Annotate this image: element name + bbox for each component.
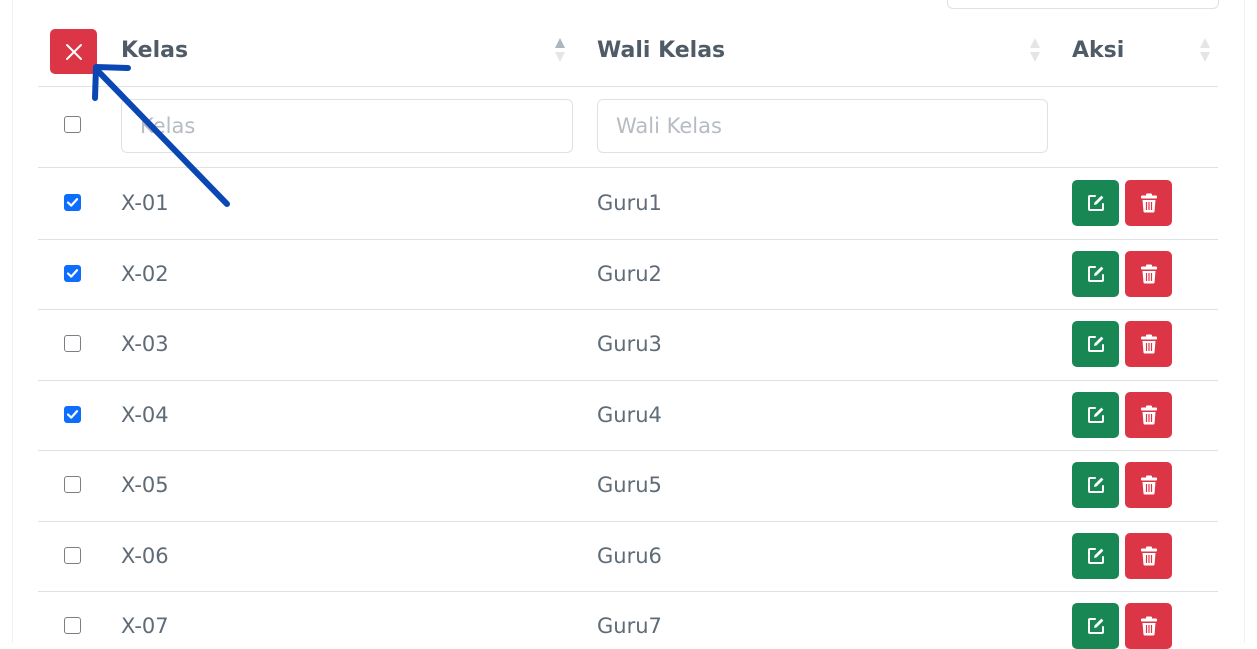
- edit-button[interactable]: [1072, 462, 1119, 508]
- trash-icon: [1140, 405, 1157, 424]
- frame-edge-left: [12, 0, 13, 643]
- edit-icon: [1087, 618, 1104, 634]
- frame-edge-right: [1244, 0, 1245, 643]
- header-divider: [38, 86, 1218, 87]
- wali-kelas-filter-input[interactable]: [597, 99, 1048, 153]
- kelas-filter-input[interactable]: [121, 99, 573, 153]
- edit-icon: [1087, 477, 1104, 493]
- delete-button[interactable]: [1125, 532, 1172, 579]
- row-select-checkbox[interactable]: [64, 476, 81, 493]
- kelas-cell: X-06: [121, 543, 169, 568]
- edit-button[interactable]: [1072, 250, 1119, 297]
- kelas-cell: X-01: [121, 191, 169, 215]
- wali-kelas-cell: Guru7: [597, 614, 662, 638]
- sort-none-icon[interactable]: [1029, 37, 1041, 63]
- delete-button[interactable]: [1125, 321, 1172, 367]
- row-select-checkbox[interactable]: [64, 264, 81, 282]
- trash-icon: [1140, 616, 1157, 636]
- delete-button[interactable]: [1125, 603, 1172, 649]
- trash-icon: [1140, 264, 1157, 283]
- edit-icon: [1087, 265, 1104, 282]
- row-divider: [38, 591, 1218, 592]
- row-divider: [38, 309, 1218, 310]
- search-box[interactable]: [947, 0, 1219, 9]
- row-select-checkbox[interactable]: [64, 617, 81, 634]
- delete-button[interactable]: [1125, 180, 1172, 226]
- column-header-aksi[interactable]: Aksi: [1072, 37, 1124, 65]
- trash-icon: [1140, 475, 1157, 495]
- column-header-kelas[interactable]: Kelas: [121, 37, 188, 65]
- delete-button[interactable]: [1125, 391, 1172, 438]
- kelas-cell: X-07: [121, 614, 169, 638]
- kelas-cell: X-02: [121, 261, 169, 286]
- edit-button[interactable]: [1072, 391, 1119, 438]
- trash-icon: [1140, 334, 1157, 354]
- row-select-checkbox[interactable]: [64, 194, 81, 211]
- close-icon: [65, 43, 82, 60]
- edit-icon: [1087, 195, 1104, 211]
- column-header-wali-kelas[interactable]: Wali Kelas: [597, 37, 725, 65]
- wali-kelas-cell: Guru2: [597, 261, 662, 286]
- row-divider: [38, 239, 1218, 240]
- edit-button[interactable]: [1072, 532, 1119, 579]
- trash-icon: [1140, 193, 1157, 213]
- edit-icon: [1087, 547, 1104, 564]
- row-divider: [38, 380, 1218, 381]
- edit-button[interactable]: [1072, 603, 1119, 649]
- wali-kelas-cell: Guru6: [597, 543, 662, 568]
- kelas-cell: X-03: [121, 332, 169, 356]
- edit-button[interactable]: [1072, 321, 1119, 367]
- sort-none-icon[interactable]: [1199, 37, 1211, 63]
- filter-divider: [38, 167, 1218, 168]
- delete-button[interactable]: [1125, 250, 1172, 297]
- wali-kelas-cell: Guru1: [597, 191, 662, 215]
- clear-selection-button[interactable]: [50, 29, 97, 74]
- kelas-cell: X-05: [121, 473, 169, 497]
- delete-button[interactable]: [1125, 462, 1172, 508]
- wali-kelas-cell: Guru3: [597, 332, 662, 356]
- trash-icon: [1140, 546, 1157, 565]
- select-all-checkbox[interactable]: [64, 116, 81, 133]
- edit-button[interactable]: [1072, 180, 1119, 226]
- row-select-checkbox[interactable]: [64, 335, 81, 352]
- kelas-cell: X-04: [121, 402, 169, 427]
- wali-kelas-cell: Guru4: [597, 402, 662, 427]
- row-divider: [38, 521, 1218, 522]
- sort-asc-icon[interactable]: [554, 37, 566, 63]
- row-select-checkbox[interactable]: [64, 546, 81, 564]
- wali-kelas-cell: Guru5: [597, 473, 662, 497]
- row-select-checkbox[interactable]: [64, 405, 81, 423]
- edit-icon: [1087, 336, 1104, 352]
- edit-icon: [1087, 406, 1104, 423]
- row-divider: [38, 450, 1218, 451]
